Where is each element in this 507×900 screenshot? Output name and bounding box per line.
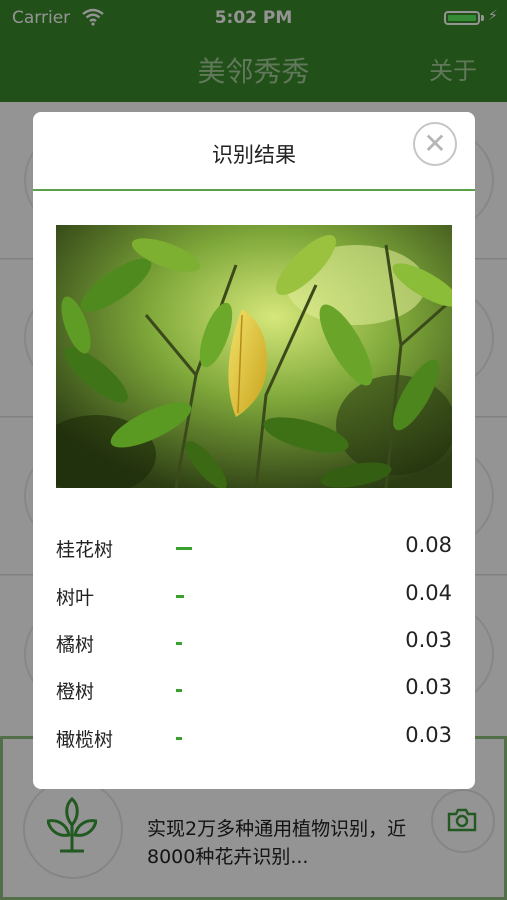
result-confidence-bar [176, 689, 182, 692]
result-name: 橘树 [56, 634, 95, 656]
result-score: 0.03 [405, 628, 452, 652]
result-confidence-bar [176, 595, 184, 598]
leaves-photo [56, 225, 452, 488]
result-score: 0.03 [405, 675, 452, 699]
recognition-result-dialog: 识别结果 ✕ 桂花树 0.08 树叶 0.04 橘树 0.03 橙树 0.03 … [33, 112, 475, 789]
result-name: 树叶 [56, 587, 95, 609]
title-divider [33, 189, 475, 191]
result-name: 橄榄树 [56, 729, 114, 751]
dialog-title: 识别结果 [212, 143, 296, 167]
result-confidence-bar [176, 547, 192, 550]
result-row: 橙树 0.03 [56, 675, 452, 705]
result-name: 橙树 [56, 681, 95, 703]
result-row: 橄榄树 0.03 [56, 723, 452, 753]
result-row: 树叶 0.04 [56, 581, 452, 611]
result-confidence-bar [176, 642, 182, 645]
result-score: 0.08 [405, 533, 452, 557]
result-name: 桂花树 [56, 539, 114, 561]
result-row: 桂花树 0.08 [56, 533, 452, 563]
result-score: 0.04 [405, 581, 452, 605]
result-confidence-bar [176, 737, 182, 740]
result-score: 0.03 [405, 723, 452, 747]
result-row: 橘树 0.03 [56, 628, 452, 658]
close-icon[interactable]: ✕ [413, 122, 457, 166]
